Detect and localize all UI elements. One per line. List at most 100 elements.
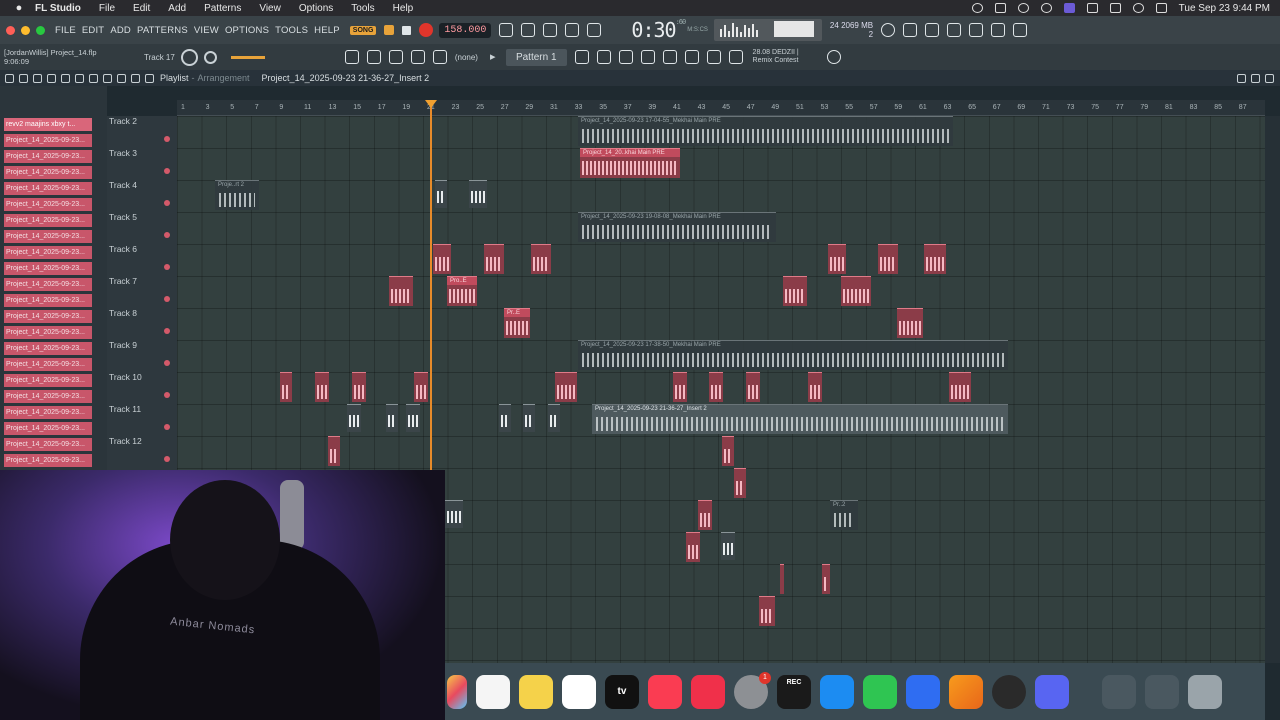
freeform-icon[interactable] (562, 674, 596, 709)
pattern-picker-item[interactable]: Project_14_2025-09-23... (4, 310, 92, 323)
track-mute-icon[interactable] (164, 392, 170, 398)
status-app-icon[interactable] (971, 3, 983, 13)
track-name[interactable]: Track 9 (109, 340, 137, 350)
track-mute-icon[interactable] (164, 136, 170, 142)
draw-icon[interactable] (388, 50, 403, 64)
snap-select[interactable]: (none) (455, 53, 478, 62)
control-center-icon[interactable] (1155, 3, 1167, 13)
loop-record-icon[interactable] (587, 23, 602, 37)
link-icon[interactable] (410, 50, 425, 64)
track-name[interactable]: Track 12 (109, 436, 142, 446)
track-name[interactable]: Track 10 (109, 372, 142, 382)
audio-clip-track10a[interactable] (280, 372, 292, 402)
track-name[interactable]: Track 8 (109, 308, 137, 318)
channel-rack-icon[interactable] (596, 50, 611, 64)
delete-icon[interactable] (61, 73, 70, 83)
track-mute-icon[interactable] (164, 456, 170, 462)
pattern-picker-item[interactable]: Project_14_2025-09-23... (4, 214, 92, 227)
track-mute-icon[interactable] (164, 264, 170, 270)
pattern-picker-item[interactable]: revv2 maajins xbxy t... (4, 118, 92, 131)
close-playlist-icon[interactable] (1265, 73, 1274, 83)
menu-file[interactable]: File (90, 3, 124, 14)
audio-clip-track10b[interactable] (315, 372, 329, 402)
audio-clip-track10j[interactable] (949, 372, 971, 402)
pattern-picker-item[interactable]: Project_14_2025-09-23... (4, 134, 92, 147)
audio-clip-track6b[interactable] (484, 244, 504, 274)
audio-clip-track2[interactable]: Project_14_2025-09-23 17-04-55_Mekhai Ma… (578, 116, 953, 146)
track-name[interactable]: Track 11 (109, 404, 141, 414)
audio-clip-track6c[interactable] (531, 244, 551, 274)
paint-icon[interactable] (47, 73, 56, 83)
numbers-icon[interactable] (863, 674, 897, 709)
audio-clip-track6e[interactable] (878, 244, 898, 274)
master-slider[interactable] (230, 55, 265, 59)
pattern-picker-item[interactable]: Project_14_2025-09-23... (4, 390, 92, 403)
menu-add[interactable]: Add (159, 3, 195, 14)
pat-song-toggle[interactable]: SONG (349, 25, 377, 35)
pattern-picker-item[interactable]: Project_14_2025-09-23... (4, 326, 92, 339)
keyboard-icon[interactable] (344, 50, 359, 64)
audio-clip-track11-insert[interactable]: Project_14_2025-09-23 21-36-27_Insert 2 (592, 404, 1008, 434)
minimize-playlist-icon[interactable] (1237, 73, 1246, 83)
audio-clip-track17[interactable] (759, 596, 775, 626)
fl-menu-add[interactable]: ADD (110, 25, 131, 36)
audio-clip-track7b[interactable]: Pro..E (447, 276, 477, 306)
playback-icon[interactable] (145, 73, 154, 83)
menubar-clock[interactable]: Tue Sep 23 9:44 PM (1179, 3, 1270, 14)
audio-clip-track12b[interactable] (722, 436, 734, 466)
audio-clip-track15b[interactable] (721, 532, 735, 560)
mute-tool-icon[interactable] (75, 73, 84, 83)
cut-tool-icon[interactable] (903, 23, 918, 37)
stop-icon[interactable] (402, 25, 412, 35)
piano-roll-icon[interactable] (618, 50, 633, 64)
audio-clip-track9[interactable]: Project_14_2025-09-23 17-38-50_Mekhai Ma… (578, 340, 1008, 370)
menu-edit[interactable]: Edit (124, 3, 159, 14)
preview-icon[interactable] (906, 674, 940, 709)
pattern-picker-item[interactable]: Project_14_2025-09-23... (4, 230, 92, 243)
record-button[interactable] (419, 23, 434, 37)
audio-clip-track10h[interactable] (746, 372, 760, 402)
pause-icon[interactable] (384, 25, 395, 35)
menu-view[interactable]: View (250, 3, 290, 14)
track-mute-icon[interactable] (164, 328, 170, 334)
audio-clip-track15a[interactable] (686, 532, 700, 562)
mixer-icon[interactable] (574, 50, 589, 64)
play-status-icon[interactable] (1040, 3, 1052, 13)
fl-menu-options[interactable]: OPTIONS (225, 25, 269, 36)
browser-panel-icon[interactable] (662, 50, 677, 64)
track-name[interactable]: Track 5 (109, 212, 137, 222)
audio-clip-track16a[interactable] (780, 564, 784, 594)
slip-icon[interactable] (89, 73, 98, 83)
song-time-display[interactable]: 0:30:60 (631, 18, 686, 42)
track-mute-icon[interactable] (164, 360, 170, 366)
vertical-scrollbar[interactable] (1265, 116, 1280, 663)
select-icon[interactable] (117, 73, 126, 83)
news-panel[interactable]: 28.08 DEDZII | Remix Contest (753, 49, 799, 65)
audio-clip-track10c[interactable] (352, 372, 366, 402)
battery-icon[interactable] (1109, 3, 1121, 13)
track-mute-icon[interactable] (164, 200, 170, 206)
tempo-display[interactable]: 158.000 (439, 22, 492, 38)
master-volume-knob[interactable] (180, 48, 198, 66)
menu-app-name[interactable]: FL Studio (26, 3, 90, 14)
notes-icon[interactable] (519, 674, 553, 709)
refresh-icon[interactable] (881, 23, 896, 37)
pattern-picker-item[interactable]: Project_14_2025-09-23... (4, 454, 92, 467)
wifi-icon[interactable] (1086, 3, 1098, 13)
fl-menu-patterns[interactable]: PATTERNS (137, 25, 188, 36)
audio-clip-track14b[interactable] (698, 500, 712, 530)
pencil-icon[interactable] (33, 73, 42, 83)
pattern-picker-item[interactable]: Project_14_2025-09-23... (4, 358, 92, 371)
audio-clip-track7d[interactable] (841, 276, 871, 306)
pattern-picker-item[interactable]: Project_14_2025-09-23... (4, 406, 92, 419)
track-name[interactable]: Track 3 (109, 148, 137, 158)
discord-icon[interactable] (1035, 674, 1069, 709)
audio-clip-track11a[interactable] (347, 404, 361, 432)
pattern-picker-item[interactable]: Project_14_2025-09-23... (4, 166, 92, 179)
minimize-window-button[interactable] (21, 25, 30, 35)
audio-clip-track4b[interactable] (435, 180, 447, 208)
audio-clip-track7a[interactable] (389, 276, 413, 306)
app-store-icon[interactable] (820, 674, 854, 709)
arrow-right-icon[interactable] (366, 50, 381, 64)
arrangement-name[interactable]: Project_14_2025-09-23 21-36-27_Insert 2 (262, 73, 430, 83)
